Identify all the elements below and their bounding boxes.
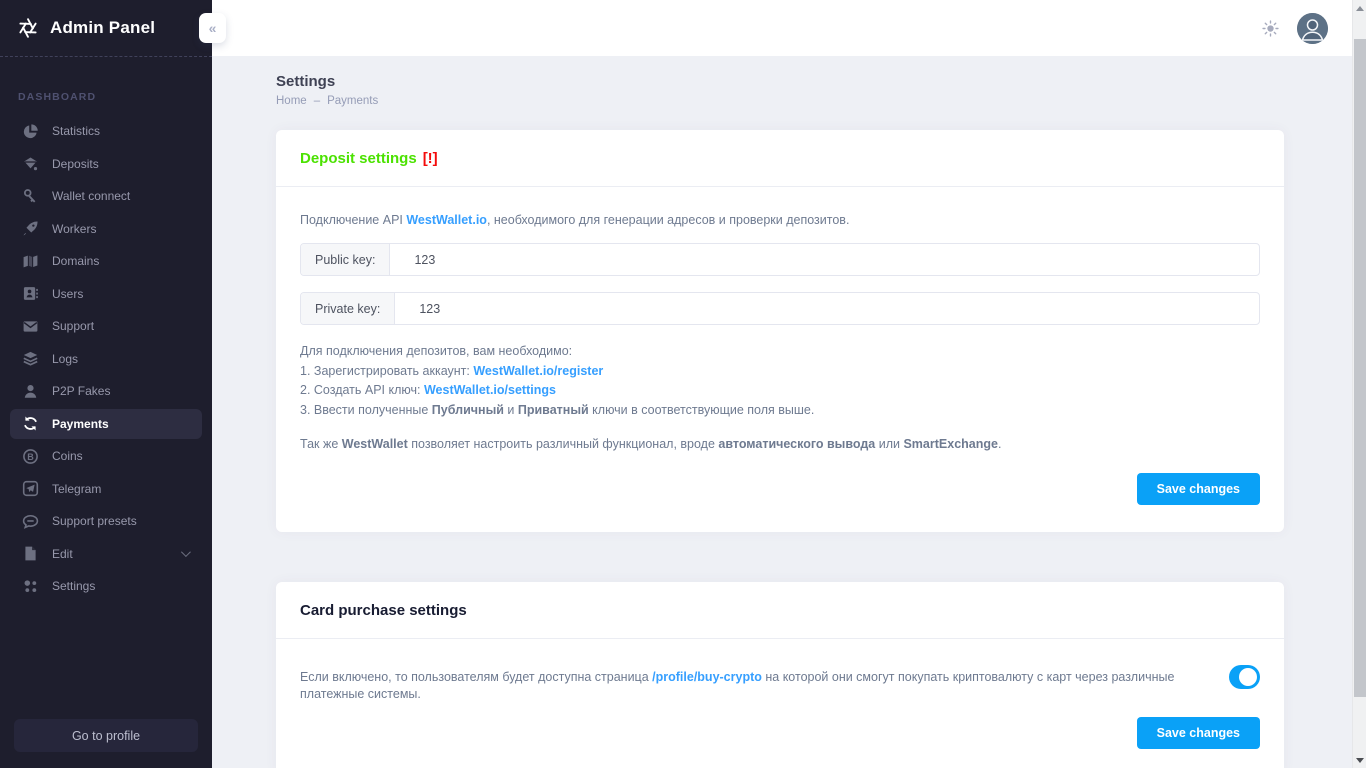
sidebar-item-label: Domains	[52, 254, 99, 268]
private-key-group: Private key:	[300, 292, 1260, 325]
sidebar-item-label: P2P Fakes	[52, 384, 110, 398]
sidebar-item-label: Telegram	[52, 482, 101, 496]
card-purchase-settings-card: Card purchase settings Если включено, то…	[276, 582, 1284, 768]
sidebar-menu: Statistics Deposits Wallet connect Worke…	[0, 116, 212, 601]
card-purchase-title: Card purchase settings	[300, 602, 467, 619]
chevron-down-icon	[181, 547, 191, 557]
deposit-intro-text: Подключение API WestWallet.io, необходим…	[300, 213, 1260, 227]
sidebar-item-users[interactable]: Users	[10, 279, 202, 309]
sun-icon[interactable]	[1262, 20, 1279, 37]
card-purchase-header: Card purchase settings	[276, 582, 1284, 639]
sidebar-item-label: Coins	[52, 449, 83, 463]
sidebar-section-label: DASHBOARD	[18, 91, 212, 103]
toggle-knob	[1239, 668, 1257, 686]
buy-crypto-link[interactable]: /profile/buy-crypto	[652, 670, 762, 684]
sidebar-collapse-button[interactable]: «	[199, 13, 226, 43]
sidebar-item-label: Support	[52, 319, 94, 333]
deposit-card-header: Deposit settings [!]	[276, 130, 1284, 187]
breadcrumb-current: Payments	[327, 95, 378, 107]
sidebar-item-settings[interactable]: Settings	[10, 571, 202, 601]
sidebar-item-statistics[interactable]: Statistics	[10, 116, 202, 146]
sidebar-item-workers[interactable]: Workers	[10, 214, 202, 244]
card-purchase-toggle[interactable]	[1229, 665, 1260, 689]
card-purchase-description: Если включено, то пользователям будет до…	[300, 665, 1207, 703]
register-link[interactable]: WestWallet.io/register	[473, 364, 603, 378]
sidebar-item-coins[interactable]: B Coins	[10, 441, 202, 471]
sidebar-item-domains[interactable]: Domains	[10, 246, 202, 276]
sidebar: Admin Panel DASHBOARD Statistics Deposit…	[0, 0, 212, 768]
paper-plane-icon	[22, 480, 39, 497]
save-changes-button-deposit[interactable]: Save changes	[1137, 473, 1260, 505]
sidebar-item-support[interactable]: Support	[10, 311, 202, 341]
westwallet-link[interactable]: WestWallet.io	[406, 213, 487, 227]
sidebar-item-deposits[interactable]: Deposits	[10, 149, 202, 179]
scrollbar-down-arrow[interactable]	[1353, 752, 1366, 768]
person-icon	[22, 383, 39, 400]
sidebar-item-support-presets[interactable]: Support presets	[10, 506, 202, 536]
step-1: 1. Зарегистрировать аккаунт: WestWallet.…	[300, 362, 1260, 382]
private-key-input[interactable]	[395, 293, 1259, 324]
sidebar-item-logs[interactable]: Logs	[10, 344, 202, 374]
file-icon	[22, 545, 39, 562]
sidebar-item-payments[interactable]: Payments	[10, 409, 202, 439]
aperture-logo-icon	[16, 16, 40, 40]
bitcoin-icon: B	[22, 448, 39, 465]
breadcrumb-separator: –	[314, 95, 320, 107]
rocket-icon	[22, 220, 39, 237]
double-chevron-left-icon: «	[209, 20, 217, 36]
brand: Admin Panel	[0, 0, 212, 57]
settings-link[interactable]: WestWallet.io/settings	[424, 383, 556, 397]
sidebar-item-label: Settings	[52, 579, 95, 593]
dots-grid-icon	[22, 578, 39, 595]
sidebar-item-label: Payments	[52, 417, 109, 431]
deposit-card-warning: [!]	[423, 150, 438, 167]
sidebar-item-label: Workers	[52, 222, 96, 236]
sidebar-item-label: Wallet connect	[52, 189, 130, 203]
map-icon	[22, 253, 39, 270]
sidebar-item-telegram[interactable]: Telegram	[10, 474, 202, 504]
key-icon	[22, 188, 39, 205]
topbar	[212, 0, 1352, 56]
deposit-card-title: Deposit settings	[300, 150, 417, 167]
deposit-steps: Для подключения депозитов, вам необходим…	[300, 342, 1260, 420]
sidebar-item-label: Users	[52, 287, 83, 301]
pie-chart-icon	[22, 123, 39, 140]
go-to-profile-button[interactable]: Go to profile	[14, 719, 198, 752]
app-title: Admin Panel	[50, 18, 155, 38]
sidebar-item-edit[interactable]: Edit	[10, 539, 202, 569]
content-area: Settings Home – Payments Deposit setting…	[212, 56, 1352, 768]
chat-bubble-icon	[22, 513, 39, 530]
sidebar-item-p2p-fakes[interactable]: P2P Fakes	[10, 376, 202, 406]
deposit-note: Так же WestWallet позволяет настроить ра…	[300, 437, 1260, 451]
breadcrumb-home[interactable]: Home	[276, 95, 307, 107]
diamond-icon	[22, 155, 39, 172]
steps-title: Для подключения депозитов, вам необходим…	[300, 342, 1260, 362]
scrollbar-thumb[interactable]	[1354, 39, 1366, 697]
page-title: Settings	[276, 73, 1352, 90]
sidebar-item-label: Logs	[52, 352, 78, 366]
deposit-settings-card: Deposit settings [!] Подключение API Wes…	[276, 130, 1284, 532]
scrollbar-up-arrow[interactable]	[1353, 0, 1366, 16]
breadcrumb: Home – Payments	[276, 95, 1352, 107]
private-key-label: Private key:	[301, 293, 395, 324]
public-key-group: Public key:	[300, 243, 1260, 276]
id-card-icon	[22, 285, 39, 302]
svg-text:B: B	[27, 451, 34, 461]
sidebar-item-label: Edit	[52, 547, 73, 561]
step-3: 3. Ввести полученные Публичный и Приватн…	[300, 401, 1260, 421]
vertical-scrollbar[interactable]	[1352, 0, 1366, 768]
sidebar-item-label: Support presets	[52, 514, 137, 528]
sidebar-item-label: Statistics	[52, 124, 100, 138]
public-key-input[interactable]	[390, 244, 1259, 275]
public-key-label: Public key:	[301, 244, 390, 275]
sidebar-item-wallet-connect[interactable]: Wallet connect	[10, 181, 202, 211]
sidebar-item-label: Deposits	[52, 157, 99, 171]
layers-icon	[22, 350, 39, 367]
save-changes-button-purchase[interactable]: Save changes	[1137, 717, 1260, 749]
step-2: 2. Создать API ключ: WestWallet.io/setti…	[300, 381, 1260, 401]
user-avatar[interactable]	[1297, 13, 1328, 44]
envelope-icon	[22, 318, 39, 335]
sync-icon	[22, 415, 39, 432]
